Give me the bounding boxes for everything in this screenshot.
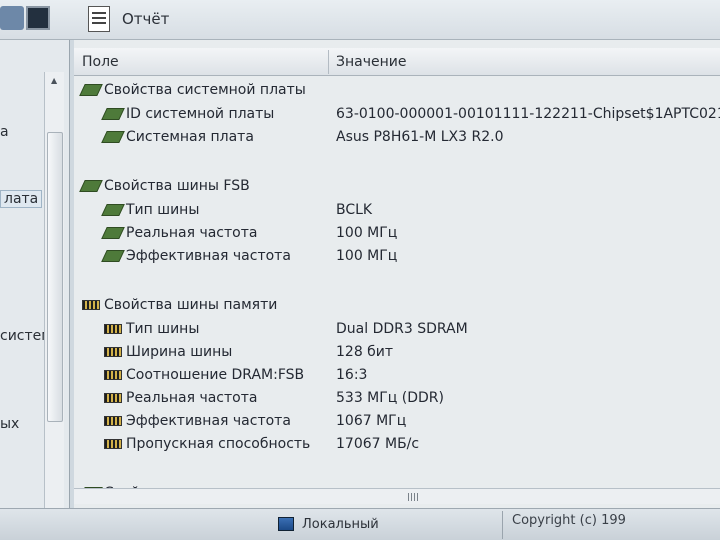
column-header: Поле Значение xyxy=(74,48,720,76)
horizontal-scrollbar[interactable] xyxy=(74,488,720,504)
report-pane: Поле Значение Свойства системной платы ID… xyxy=(74,40,720,510)
row-value: 1067 МГц xyxy=(336,413,407,429)
row-value: 100 МГц xyxy=(336,225,398,241)
section-title: Свойства системной платы xyxy=(104,82,306,98)
navigation-tree: а лата систем ых ▲ xyxy=(0,40,70,510)
memory-icon xyxy=(104,439,122,449)
motherboard-icon xyxy=(101,131,125,143)
tree-scrollbar[interactable]: ▲ xyxy=(44,72,64,510)
column-divider[interactable] xyxy=(328,50,329,74)
section-header[interactable]: Свойства шины памяти xyxy=(74,295,720,317)
motherboard-icon xyxy=(79,84,103,96)
report-row[interactable]: Тип шины BCLK xyxy=(74,200,720,222)
memory-icon xyxy=(104,347,122,357)
row-field: Соотношение DRAM:FSB xyxy=(126,367,305,383)
toolbar: Отчёт xyxy=(0,0,720,40)
report-row[interactable]: Ширина шины 128 бит xyxy=(74,342,720,364)
tree-item-selected[interactable]: лата xyxy=(0,190,43,208)
row-value: 128 бит xyxy=(336,344,394,360)
report-row[interactable]: Соотношение DRAM:FSB 16:3 xyxy=(74,365,720,387)
section-title: Свойства шины памяти xyxy=(104,297,278,313)
report-row[interactable]: Эффективная частота 1067 МГц xyxy=(74,411,720,433)
row-value: Dual DDR3 SDRAM xyxy=(336,321,468,337)
column-value[interactable]: Значение xyxy=(336,54,406,70)
tree-item[interactable]: а xyxy=(0,124,9,140)
row-field: Пропускная способность xyxy=(126,436,311,452)
row-field: Тип шины xyxy=(126,321,200,337)
row-value: Asus P8H61-M LX3 R2.0 xyxy=(336,129,504,145)
memory-icon xyxy=(104,416,122,426)
section-header[interactable]: Свойства системной платы xyxy=(74,80,720,102)
report-row[interactable]: Реальная частота 100 МГц xyxy=(74,223,720,245)
row-value: 63-0100-000001-00101111-122211-Chipset$1… xyxy=(336,106,720,122)
row-field: Тип шины xyxy=(126,202,200,218)
row-value: BCLK xyxy=(336,202,373,218)
memory-icon xyxy=(104,370,122,380)
column-field[interactable]: Поле xyxy=(82,54,119,70)
report-row[interactable]: ID системной платы 63-0100-000001-0010111… xyxy=(74,104,720,126)
report-row[interactable]: Пропускная способность 17067 МБ/с xyxy=(74,434,720,456)
memory-icon xyxy=(104,324,122,334)
computer-icon[interactable] xyxy=(26,6,50,30)
zone-label: Локальный xyxy=(302,517,379,532)
motherboard-icon xyxy=(101,108,125,120)
memory-icon xyxy=(82,300,100,310)
row-field: Эффективная частота xyxy=(126,413,291,429)
row-value: 533 МГц (DDR) xyxy=(336,390,444,406)
row-field: Реальная частота xyxy=(126,225,258,241)
scroll-up-arrow-icon[interactable]: ▲ xyxy=(51,76,57,85)
back-icon[interactable] xyxy=(0,6,24,30)
row-field: Ширина шины xyxy=(126,344,233,360)
section-title: Свойства шины FSB xyxy=(104,178,250,194)
section-header[interactable]: Свойства шины FSB xyxy=(74,176,720,198)
report-button-label[interactable]: Отчёт xyxy=(122,10,169,28)
scroll-thumb[interactable] xyxy=(47,132,63,422)
row-value: 17067 МБ/с xyxy=(336,436,420,452)
report-row[interactable]: Системная плата Asus P8H61-M LX3 R2.0 xyxy=(74,127,720,149)
motherboard-icon xyxy=(79,180,103,192)
app-window: Отчёт а лата систем ых ▲ Поле Значение С… xyxy=(0,0,720,540)
motherboard-icon xyxy=(101,250,125,262)
memory-icon xyxy=(104,393,122,403)
report-row[interactable]: Эффективная частота 100 МГц xyxy=(74,246,720,268)
status-bar: Локальный Copyright (c) 199 xyxy=(0,508,720,540)
motherboard-icon xyxy=(101,204,125,216)
row-value: 16:3 xyxy=(336,367,368,383)
row-field: Эффективная частота xyxy=(126,248,291,264)
row-field: ID системной платы xyxy=(126,106,275,122)
tree-item[interactable]: ых xyxy=(0,416,19,432)
scroll-grip-icon[interactable] xyxy=(408,493,420,501)
motherboard-icon xyxy=(101,227,125,239)
copyright-label: Copyright (c) 199 xyxy=(512,513,626,528)
local-network-icon xyxy=(278,517,294,531)
row-value: 100 МГц xyxy=(336,248,398,264)
row-field: Системная плата xyxy=(126,129,254,145)
status-separator xyxy=(502,511,503,539)
report-row[interactable]: Реальная частота 533 МГц (DDR) xyxy=(74,388,720,410)
row-field: Реальная частота xyxy=(126,390,258,406)
report-icon[interactable] xyxy=(88,6,110,32)
report-row[interactable]: Тип шины Dual DDR3 SDRAM xyxy=(74,319,720,341)
